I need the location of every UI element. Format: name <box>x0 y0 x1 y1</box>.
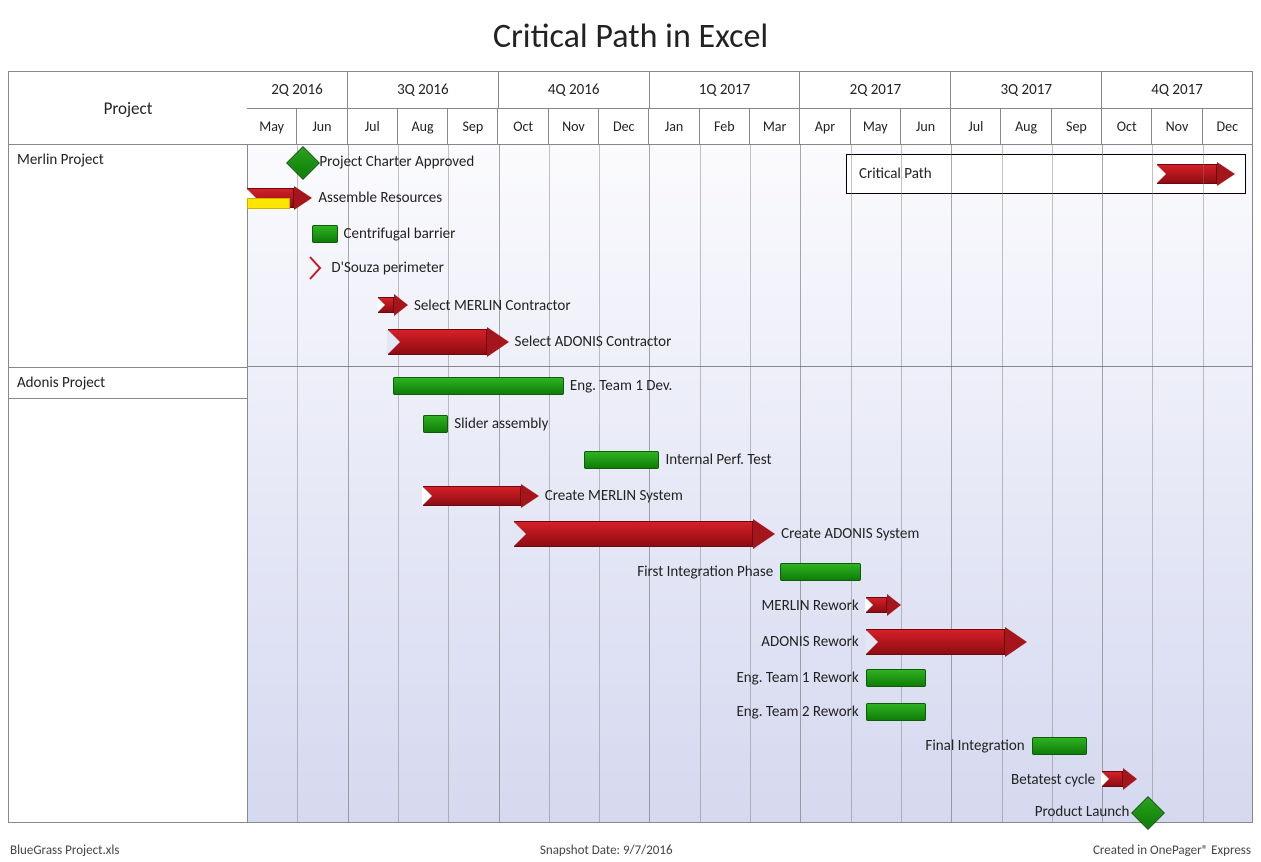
quarter-cell: 1Q 2017 <box>649 72 800 108</box>
critical-task-arrow[interactable] <box>378 294 408 316</box>
task-label: Select MERLIN Contractor <box>414 297 571 315</box>
footer-center: Snapshot Date: 9/7/2016 <box>540 843 673 858</box>
task-row: Slider assembly <box>247 412 1252 436</box>
critical-task-arrow[interactable] <box>1102 768 1137 790</box>
task-row: Internal Perf. Test <box>247 448 1252 472</box>
month-cell: Aug <box>397 109 447 145</box>
task-bar[interactable] <box>584 451 659 469</box>
task-row: Assemble Resources <box>247 186 1252 210</box>
footer-left: BlueGrass Project.xls <box>10 843 119 858</box>
critical-task-arrow[interactable] <box>514 519 776 549</box>
month-row: MayJunJulAugSepOctNovDecJanFebMarAprMayJ… <box>247 109 1252 145</box>
task-row: Product Launch <box>247 800 1252 824</box>
month-cell: Jan <box>648 109 698 145</box>
outline-chevron-icon[interactable] <box>309 256 325 280</box>
task-row: Final Integration <box>247 734 1252 758</box>
quarter-cell: 4Q 2017 <box>1101 72 1252 108</box>
month-cell: Nov <box>548 109 598 145</box>
task-row: Centrifugal barrier <box>247 222 1252 246</box>
milestone-diamond[interactable] <box>1131 796 1165 830</box>
milestone-diamond[interactable] <box>286 146 320 180</box>
task-label: Eng. Team 2 Rework <box>736 703 858 721</box>
task-row: Eng. Team 1 Rework <box>247 666 1252 690</box>
critical-task-arrow[interactable] <box>423 484 539 508</box>
task-label: Project Charter Approved <box>319 153 474 171</box>
task-row: Create MERLIN System <box>247 484 1252 508</box>
critical-task-arrow[interactable] <box>866 627 1027 657</box>
month-cell: May <box>247 109 296 145</box>
task-row: Project Charter Approved <box>247 150 1252 174</box>
critical-task-arrow[interactable] <box>388 327 509 357</box>
task-row: D'Souza perimeter <box>247 256 1252 280</box>
month-cell: Jul <box>950 109 1000 145</box>
month-cell: Aug <box>1000 109 1050 145</box>
quarter-cell: 4Q 2016 <box>498 72 649 108</box>
swimlane-label-merlin: Merlin Project <box>9 145 247 368</box>
month-cell: Sep <box>1051 109 1101 145</box>
footer: BlueGrass Project.xls Snapshot Date: 9/7… <box>10 843 1251 858</box>
month-cell: Apr <box>799 109 849 145</box>
task-label: Create MERLIN System <box>545 487 683 505</box>
month-cell: Jun <box>296 109 346 145</box>
task-bar[interactable] <box>423 415 448 433</box>
month-cell: Nov <box>1151 109 1201 145</box>
task-row: Betatest cycle <box>247 768 1252 792</box>
task-row: Create ADONIS System <box>247 522 1252 546</box>
task-label: ADONIS Rework <box>761 633 858 651</box>
task-label: Assemble Resources <box>318 189 442 207</box>
task-row: Select MERLIN Contractor <box>247 294 1252 318</box>
month-cell: Dec <box>598 109 648 145</box>
task-bar[interactable] <box>780 563 860 581</box>
plot-area: Critical Path Project Charter ApprovedAs… <box>247 144 1252 822</box>
project-column: Project Merlin Project Adonis Project <box>9 72 248 822</box>
task-bar[interactable] <box>1032 737 1087 755</box>
quarter-cell: 2Q 2016 <box>247 72 347 108</box>
month-cell: Mar <box>749 109 799 145</box>
month-cell: Dec <box>1202 109 1252 145</box>
task-label: Final Integration <box>925 737 1024 755</box>
task-bar[interactable] <box>312 225 337 243</box>
task-label: Create ADONIS System <box>781 525 919 543</box>
quarter-cell: 2Q 2017 <box>799 72 950 108</box>
critical-task-arrow[interactable] <box>866 594 901 616</box>
chart-title: Critical Path in Excel <box>8 16 1253 57</box>
task-row: Eng. Team 1 Dev. <box>247 374 1252 398</box>
month-cell: Oct <box>1101 109 1151 145</box>
swimlane-label-adonis: Adonis Project <box>9 368 247 399</box>
task-label: Slider assembly <box>454 415 548 433</box>
task-label: Eng. Team 1 Rework <box>736 669 858 687</box>
quarter-cell: 3Q 2017 <box>950 72 1101 108</box>
task-label: First Integration Phase <box>637 563 773 581</box>
project-column-header: Project <box>9 72 247 145</box>
task-row: MERLIN Rework <box>247 594 1252 618</box>
month-cell: Oct <box>497 109 547 145</box>
task-row: ADONIS Rework <box>247 630 1252 654</box>
chart-frame: Project Merlin Project Adonis Project 2Q… <box>8 71 1253 823</box>
task-bar[interactable] <box>866 703 926 721</box>
task-label: Eng. Team 1 Dev. <box>570 377 672 395</box>
month-cell: Jul <box>347 109 397 145</box>
month-cell: Jun <box>900 109 950 145</box>
footer-right: Created in OnePager® Express <box>1093 843 1251 858</box>
month-cell: Sep <box>447 109 497 145</box>
task-label: Product Launch <box>1035 803 1130 821</box>
timeline-header: 2Q 2016 3Q 2016 4Q 2016 1Q 2017 2Q 2017 … <box>247 72 1252 145</box>
task-label: Internal Perf. Test <box>665 451 771 469</box>
critical-task-arrow[interactable] <box>247 186 312 210</box>
task-label: Betatest cycle <box>1011 771 1095 789</box>
month-cell: May <box>850 109 900 145</box>
quarter-row: 2Q 2016 3Q 2016 4Q 2016 1Q 2017 2Q 2017 … <box>247 72 1252 109</box>
task-label: Select ADONIS Contractor <box>515 333 672 351</box>
task-row: Select ADONIS Contractor <box>247 330 1252 354</box>
quarter-cell: 3Q 2016 <box>347 72 498 108</box>
month-cell: Feb <box>699 109 749 145</box>
task-row: Eng. Team 2 Rework <box>247 700 1252 724</box>
task-label: MERLIN Rework <box>761 597 858 615</box>
task-bar[interactable] <box>393 377 564 395</box>
task-row: First Integration Phase <box>247 560 1252 584</box>
task-bar[interactable] <box>866 669 926 687</box>
task-label: D'Souza perimeter <box>331 259 443 277</box>
task-label: Centrifugal barrier <box>344 225 456 243</box>
gantt-chart-page: Critical Path in Excel Project Merlin Pr… <box>0 0 1261 862</box>
